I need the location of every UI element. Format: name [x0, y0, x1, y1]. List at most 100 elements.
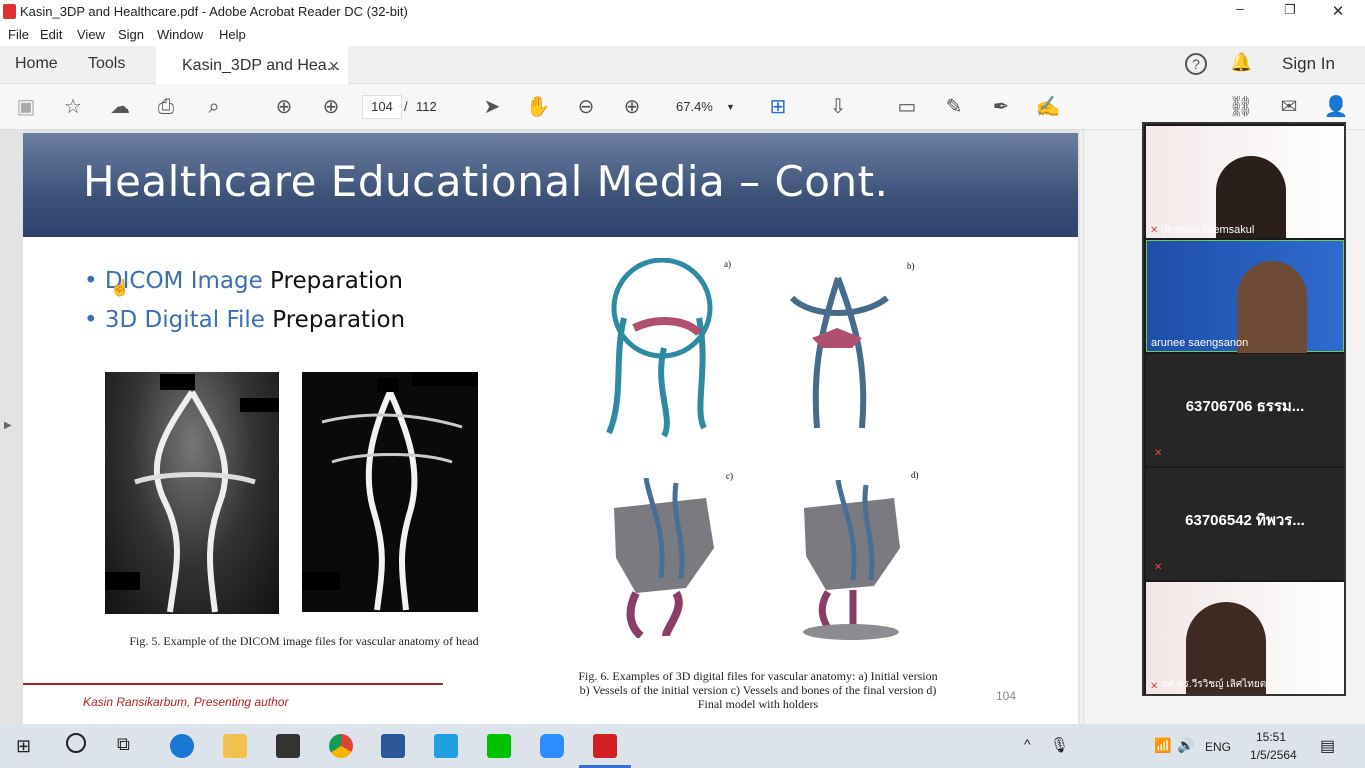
menu-edit[interactable]: Edit	[40, 27, 62, 42]
notification-bell-icon[interactable]: 🔔	[1230, 52, 1252, 73]
title-bar: Kasin_3DP and Healthcare.pdf - Adobe Acr…	[0, 0, 1365, 24]
label-a: a)	[724, 259, 731, 269]
help-icon[interactable]: ?	[1185, 53, 1207, 75]
fig6-caption-line-1: Fig. 6. Examples of 3D digital files for…	[578, 669, 938, 683]
model-b	[782, 268, 894, 436]
model-d-shape	[803, 479, 900, 640]
left-panel-toggle-icon[interactable]: ▶	[4, 420, 12, 431]
network-icon[interactable]: 📶	[1154, 737, 1171, 754]
author-text: Kasin Ransikarbum, Presenting author	[83, 695, 289, 709]
save-icon[interactable]: ▣	[12, 93, 40, 121]
bullet-2-text: Preparation	[264, 307, 406, 333]
label-b: b)	[907, 261, 915, 271]
zoom-app-icon[interactable]	[540, 734, 564, 758]
maximize-button[interactable]: ❐	[1276, 2, 1304, 24]
file-explorer-icon[interactable]	[223, 734, 247, 758]
line-app-icon[interactable]	[487, 734, 511, 758]
participant-tile[interactable]: 63706542 ทิพวร... ✕	[1146, 468, 1344, 580]
edge-legacy-icon[interactable]	[434, 734, 458, 758]
sign-in-button[interactable]: Sign In	[1282, 54, 1335, 74]
fig6-caption-line-2: b) Vessels of the initial version c) Ves…	[579, 683, 937, 697]
word-icon[interactable]	[381, 734, 405, 758]
zoom-select[interactable]: 67.4% ▼	[664, 95, 744, 119]
mail-icon[interactable]	[276, 734, 300, 758]
hand-tool-icon[interactable]: ✋	[524, 93, 552, 121]
tab-home[interactable]: Home	[15, 46, 58, 84]
email-icon[interactable]: ✉	[1275, 93, 1303, 121]
fit-page-icon[interactable]: ⊞	[764, 93, 792, 121]
model-c-shape	[614, 477, 714, 640]
dicom-image-1	[105, 372, 279, 614]
menu-sign[interactable]: Sign	[118, 27, 144, 42]
bookmark-star-icon[interactable]: ☆	[59, 93, 87, 121]
menu-file[interactable]: File	[8, 27, 29, 42]
fill-sign-icon[interactable]: ✍	[1034, 93, 1062, 121]
author-divider	[23, 683, 443, 685]
chrome-icon[interactable]	[329, 734, 353, 758]
fig6-caption-line-3: Final model with holders	[697, 697, 819, 711]
participant-name: 63706706 ธรรม...	[1185, 398, 1305, 415]
microphone-icon[interactable]: 🎙	[1050, 736, 1069, 754]
add-user-icon[interactable]: 👤	[1322, 93, 1350, 121]
select-cursor-icon[interactable]: ➤	[478, 93, 506, 121]
vessel-lines-2	[302, 372, 478, 611]
zoom-value: 67.4%	[676, 99, 713, 114]
bullet-marker: •	[84, 307, 105, 333]
upload-cloud-icon[interactable]: ☁	[106, 93, 134, 121]
clock-time[interactable]: 15:51	[1256, 730, 1286, 744]
minimize-button[interactable]: –	[1226, 0, 1254, 24]
slide-page-number: 104	[996, 689, 1017, 703]
bullet-2: • 3D Digital File Preparation	[84, 307, 405, 333]
search-zoom-icon[interactable]: ⌕	[200, 93, 228, 121]
participant-tile[interactable]: arunee saengsanon	[1146, 240, 1344, 353]
label-c: c)	[726, 471, 733, 481]
search-icon[interactable]	[66, 733, 86, 753]
tab-document-label: Kasin_3DP and Hea...	[182, 57, 341, 74]
menu-view[interactable]: View	[77, 27, 105, 42]
acrobat-taskbar-icon[interactable]	[593, 734, 617, 758]
close-tab-icon[interactable]: ✕	[328, 48, 340, 84]
comment-icon[interactable]: ▭	[893, 93, 921, 121]
edge-browser-icon[interactable]	[170, 734, 194, 758]
menu-help[interactable]: Help	[219, 27, 246, 42]
muted-mic-icon: ✕	[1150, 681, 1159, 692]
tab-tools[interactable]: Tools	[88, 46, 125, 84]
close-window-button[interactable]: ✕	[1324, 2, 1352, 24]
tab-bar: Home Tools Kasin_3DP and Hea... ✕ ? 🔔 Si…	[0, 46, 1365, 84]
participant-tile[interactable]: 63706706 ธรรม... ✕	[1146, 354, 1344, 466]
sign-pen-icon[interactable]: ✒	[987, 93, 1015, 121]
muted-mic-icon: ✕	[1154, 562, 1163, 573]
model-a-shape	[606, 257, 713, 438]
menu-bar: File Edit View Sign Window Help	[0, 24, 1365, 46]
acrobat-logo-icon	[3, 4, 16, 19]
muted-mic-icon: ✕	[1150, 225, 1159, 236]
tab-document[interactable]: Kasin_3DP and Hea... ✕	[156, 46, 348, 84]
page-number-field[interactable]: 104	[362, 95, 402, 119]
volume-icon[interactable]: 🔊	[1177, 737, 1194, 754]
zoom-in-icon[interactable]: ⊕	[618, 93, 646, 121]
previous-page-icon[interactable]: ⊕	[270, 93, 298, 121]
tray-chevron-up-icon[interactable]: ^	[1024, 736, 1031, 752]
fig5-caption: Fig. 5. Example of the DICOM image files…	[129, 634, 479, 648]
zoom-out-icon[interactable]: ⊖	[572, 93, 600, 121]
next-page-icon[interactable]: ⊕	[317, 93, 345, 121]
link-icon[interactable]: ⛓	[1227, 93, 1255, 121]
bullet-1: • DICOM Image Preparation	[84, 268, 403, 294]
label-d: d)	[911, 470, 919, 480]
language-indicator[interactable]: ENG	[1205, 740, 1231, 754]
model-a	[604, 257, 714, 438]
bullet-1-text: Preparation	[262, 268, 403, 294]
bullet-marker: •	[84, 268, 105, 294]
notification-center-icon[interactable]: ▤	[1320, 736, 1335, 756]
scroll-mode-icon[interactable]: ⇩	[824, 93, 852, 121]
print-icon[interactable]: ⎙	[152, 93, 180, 121]
highlight-pen-icon[interactable]: ✎	[940, 93, 968, 121]
task-view-icon[interactable]: ⧉	[117, 734, 130, 755]
menu-window[interactable]: Window	[157, 27, 203, 42]
clock-date[interactable]: 1/5/2564	[1250, 748, 1297, 762]
slide-title-banner: Healthcare Educational Media – Cont.	[23, 133, 1078, 237]
muted-mic-icon: ✕	[1154, 448, 1163, 459]
participant-tile[interactable]: ผศ.ดร.วีรวิชญ์ เลิศไทยตระ... ✕	[1146, 582, 1344, 694]
participant-tile[interactable]: Jirawan Niemsakul ✕	[1146, 126, 1344, 238]
windows-start-icon[interactable]: ⊞	[16, 736, 31, 757]
